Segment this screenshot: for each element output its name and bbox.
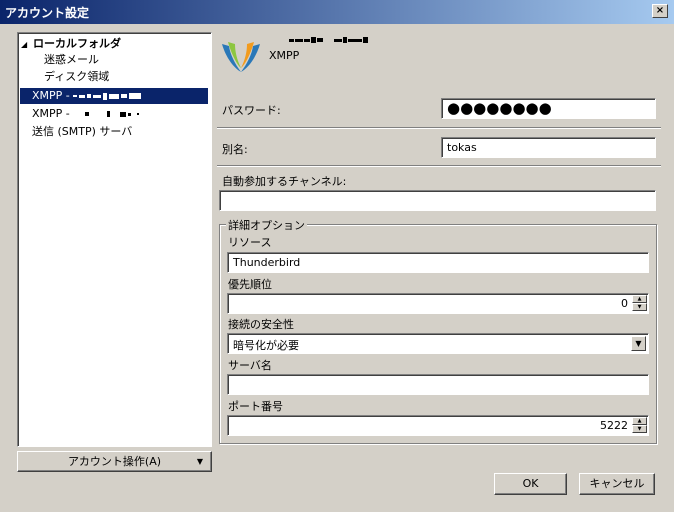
- tree-item-label: ローカルフォルダ: [33, 37, 121, 50]
- tree-item-xmpp-account-1[interactable]: XMPP -: [20, 88, 208, 104]
- resource-field[interactable]: Thunderbird: [227, 252, 649, 273]
- dropdown-arrow-icon: ▼: [196, 457, 203, 466]
- close-button[interactable]: ×: [652, 4, 668, 18]
- password-field[interactable]: ●●●●●●●●: [441, 98, 656, 119]
- tree-item-label: 迷惑メール: [44, 53, 99, 66]
- window-title: アカウント設定: [5, 6, 90, 20]
- tree-item-disk-space[interactable]: ディスク領域: [44, 69, 109, 85]
- priority-stepper[interactable]: ▲ ▼: [632, 295, 647, 312]
- cancel-button[interactable]: キャンセル: [579, 473, 655, 495]
- tree-item-xmpp-account-2[interactable]: XMPP -: [32, 106, 141, 122]
- divider: [217, 165, 661, 167]
- security-select-value: 暗号化が必要: [233, 339, 299, 352]
- autojoin-label: 自動参加するチャンネル:: [222, 175, 347, 188]
- server-field[interactable]: [227, 374, 649, 395]
- button-label: アカウント操作(A): [67, 455, 162, 468]
- account-tree[interactable]: ◢ ローカルフォルダ 迷惑メール ディスク領域 XMPP - XMPP - 送信 …: [17, 32, 212, 447]
- redacted-text: [85, 106, 141, 122]
- autojoin-field[interactable]: [219, 190, 656, 211]
- xmpp-logo-icon: [222, 42, 260, 72]
- account-actions-button[interactable]: アカウント操作(A) ▼: [17, 451, 212, 472]
- tree-item-local-folders[interactable]: ◢ ローカルフォルダ: [21, 36, 121, 52]
- account-protocol-label: XMPP: [269, 49, 300, 62]
- spin-up-icon[interactable]: ▲: [632, 417, 647, 425]
- tree-item-label: XMPP -: [32, 89, 74, 102]
- advanced-options-title: 詳細オプション: [226, 217, 307, 233]
- tree-item-label: XMPP -: [32, 107, 74, 120]
- redacted-text: [73, 88, 143, 104]
- alias-label: 別名:: [222, 143, 248, 156]
- password-label: パスワード:: [222, 104, 281, 117]
- ok-button[interactable]: OK: [494, 473, 567, 495]
- tree-item-label: 送信 (SMTP) サーバ: [32, 125, 133, 138]
- port-label: ポート番号: [228, 400, 283, 413]
- divider: [217, 127, 661, 129]
- spin-down-icon[interactable]: ▼: [632, 303, 647, 311]
- server-label: サーバ名: [228, 359, 272, 372]
- close-icon: ×: [655, 5, 665, 16]
- port-stepper[interactable]: ▲ ▼: [632, 417, 647, 434]
- tree-item-smtp[interactable]: 送信 (SMTP) サーバ: [32, 124, 132, 140]
- spin-down-icon[interactable]: ▼: [632, 425, 647, 433]
- alias-field[interactable]: tokas: [441, 137, 656, 158]
- account-name-redacted: [289, 33, 369, 45]
- chevron-down-icon[interactable]: ▼: [631, 336, 646, 351]
- priority-label: 優先順位: [228, 278, 272, 291]
- spin-up-icon[interactable]: ▲: [632, 295, 647, 303]
- tree-item-junk[interactable]: 迷惑メール: [44, 52, 99, 68]
- security-select[interactable]: 暗号化が必要 ▼: [227, 333, 649, 354]
- title-bar: アカウント設定 ×: [0, 0, 674, 24]
- priority-field[interactable]: 0: [227, 293, 649, 314]
- security-label: 接続の安全性: [228, 318, 294, 331]
- expand-triangle-icon[interactable]: ◢: [21, 37, 33, 53]
- port-field[interactable]: 5222: [227, 415, 649, 436]
- tree-item-label: ディスク領域: [44, 70, 110, 83]
- resource-label: リソース: [228, 236, 272, 249]
